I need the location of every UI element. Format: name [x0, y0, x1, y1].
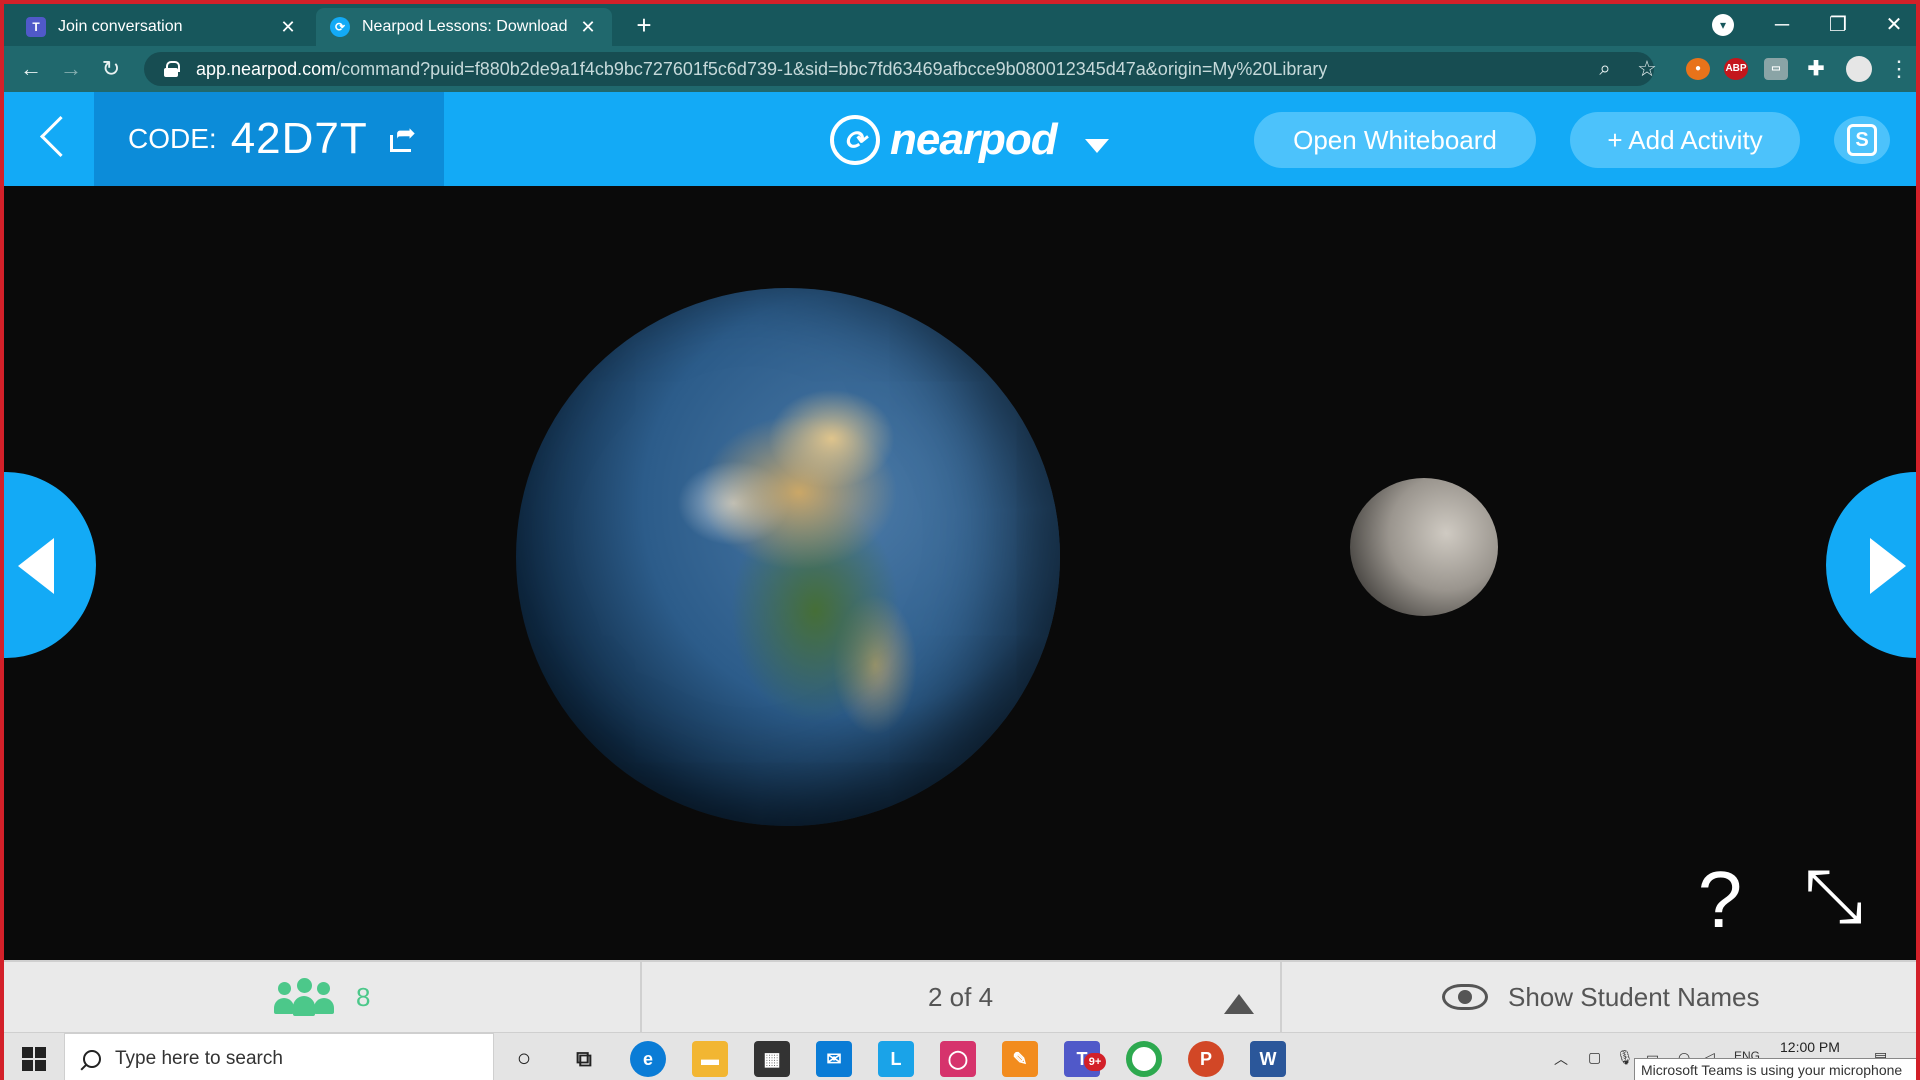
word-icon[interactable]: W [1250, 1041, 1286, 1077]
search-placeholder: Type here to search [115, 1048, 283, 1069]
windows-taskbar: Type here to search ○ ⧉ e ▬ ▦ ✉ L ◯ ✎ T … [4, 1032, 1916, 1080]
show-student-names-button[interactable]: Show Student Names [1442, 962, 1759, 1032]
page-indicator: 2 of 4 [928, 981, 994, 1012]
close-icon[interactable]: ✕ [278, 17, 298, 38]
slide-pager: 2 of 4 [928, 962, 993, 1032]
restore-icon[interactable]: ❐ [1818, 10, 1858, 40]
earth-image [516, 288, 1060, 826]
file-explorer-icon[interactable]: ▬ [692, 1041, 728, 1077]
students-icon [274, 978, 334, 1016]
tab-join-conversation[interactable]: T Join conversation ✕ [12, 8, 312, 46]
url-text: app.nearpod.com/command?puid=f880b2de9a1… [196, 58, 1328, 79]
divider [640, 962, 642, 1032]
share-icon[interactable] [389, 119, 418, 152]
forward-icon[interactable]: → [56, 54, 86, 84]
tab-nearpod-lessons[interactable]: ⟳ Nearpod Lessons: Download rea ✕ [316, 8, 612, 46]
cortana-icon[interactable]: ○ [506, 1041, 542, 1077]
notification-badge: 9+ [1084, 1053, 1106, 1071]
edge-icon[interactable]: e [630, 1041, 666, 1077]
show-hidden-icons[interactable]: ︿ [1554, 1049, 1568, 1069]
store-icon[interactable]: ▦ [754, 1041, 790, 1077]
tab-search-icon[interactable]: ▾ [1712, 14, 1734, 36]
teams-icon: T [26, 17, 46, 37]
logo-text: nearpod [890, 115, 1058, 164]
taskbar-clock[interactable]: 12:00 PM [1780, 1039, 1840, 1055]
exit-fullscreen-icon[interactable] [1804, 856, 1874, 936]
back-icon[interactable]: ← [16, 54, 46, 84]
search-icon [83, 1050, 101, 1068]
close-icon[interactable]: ✕ [578, 17, 598, 38]
chrome-icon[interactable] [1126, 1041, 1162, 1077]
chevron-down-icon[interactable] [1084, 139, 1109, 153]
browser-toolbar: ← → ↻ app.nearpod.com/command?puid=f880b… [4, 46, 1916, 92]
profile-avatar[interactable] [1846, 56, 1872, 82]
meet-now-icon[interactable]: ▢ [1588, 1049, 1601, 1066]
nearpod-logo-icon: ⟳ [830, 115, 880, 165]
tab-title: Nearpod Lessons: Download rea [362, 18, 570, 35]
microphone-icon[interactable]: 🎙 [1616, 1049, 1634, 1066]
extension-icon[interactable]: ▭ [1764, 58, 1788, 80]
add-activity-button[interactable]: + Add Activity [1570, 112, 1800, 168]
windows-start-icon[interactable] [22, 1047, 46, 1071]
moon-image [1350, 478, 1498, 616]
app-icon[interactable]: ◯ [940, 1041, 976, 1077]
microphone-tooltip: Microsoft Teams is using your microphone [1634, 1058, 1916, 1080]
new-tab-button[interactable]: + [628, 10, 660, 40]
reload-icon[interactable]: ↻ [96, 54, 126, 84]
nearpod-logo[interactable]: ⟳ nearpod [830, 112, 1109, 168]
student-count-button[interactable]: 8 [274, 962, 370, 1032]
screen: T Join conversation ✕ ⟳ Nearpod Lessons:… [0, 0, 1920, 1080]
taskbar-search-input[interactable]: Type here to search [64, 1033, 494, 1080]
back-chevron-icon[interactable] [32, 116, 72, 162]
menu-kebab-icon[interactable]: ⋮ [1884, 54, 1914, 84]
slide-overview-up-icon[interactable] [1224, 994, 1254, 1014]
slide-stage: ? [4, 186, 1916, 960]
code-label: CODE: [128, 123, 217, 154]
help-icon[interactable]: ? [1692, 860, 1748, 940]
previous-slide-button[interactable] [4, 472, 96, 658]
tab-title: Join conversation [58, 18, 183, 35]
extension-icon[interactable]: ● [1686, 58, 1710, 80]
launcher-icon[interactable]: L [878, 1041, 914, 1077]
minimize-icon[interactable]: ─ [1762, 10, 1802, 40]
address-bar[interactable]: app.nearpod.com/command?puid=f880b2de9a1… [144, 52, 1654, 86]
bookmark-star-icon[interactable]: ☆ [1632, 54, 1662, 84]
nearpod-header: CODE: 42D7T ⟳ nearpod Open Whiteboard + … [4, 92, 1916, 186]
show-names-label: Show Student Names [1508, 981, 1760, 1012]
browser-tab-strip: T Join conversation ✕ ⟳ Nearpod Lessons:… [4, 4, 1916, 46]
nearpod-icon: ⟳ [330, 17, 350, 37]
paint-icon[interactable]: ✎ [1002, 1041, 1038, 1077]
student-view-button[interactable]: S [1834, 116, 1890, 164]
student-view-icon: S [1847, 124, 1877, 156]
adblock-icon[interactable]: ABP [1724, 58, 1748, 80]
next-slide-button[interactable] [1826, 472, 1916, 658]
powerpoint-icon[interactable]: P [1188, 1041, 1224, 1077]
puzzle-icon[interactable]: ✚ [1804, 58, 1828, 80]
mail-icon[interactable]: ✉ [816, 1041, 852, 1077]
close-window-icon[interactable]: ✕ [1874, 10, 1914, 40]
student-count: 8 [356, 981, 371, 1012]
code-value: 42D7T [230, 114, 368, 163]
open-whiteboard-button[interactable]: Open Whiteboard [1254, 112, 1536, 168]
join-code-panel: CODE: 42D7T [94, 92, 444, 186]
task-view-icon[interactable]: ⧉ [566, 1041, 602, 1077]
zoom-icon[interactable]: ⌕ [1590, 54, 1620, 84]
eye-icon [1442, 984, 1488, 1010]
divider [1280, 962, 1282, 1032]
lock-icon [164, 61, 180, 77]
session-bottom-bar: 8 2 of 4 Show Student Names [4, 960, 1916, 1032]
